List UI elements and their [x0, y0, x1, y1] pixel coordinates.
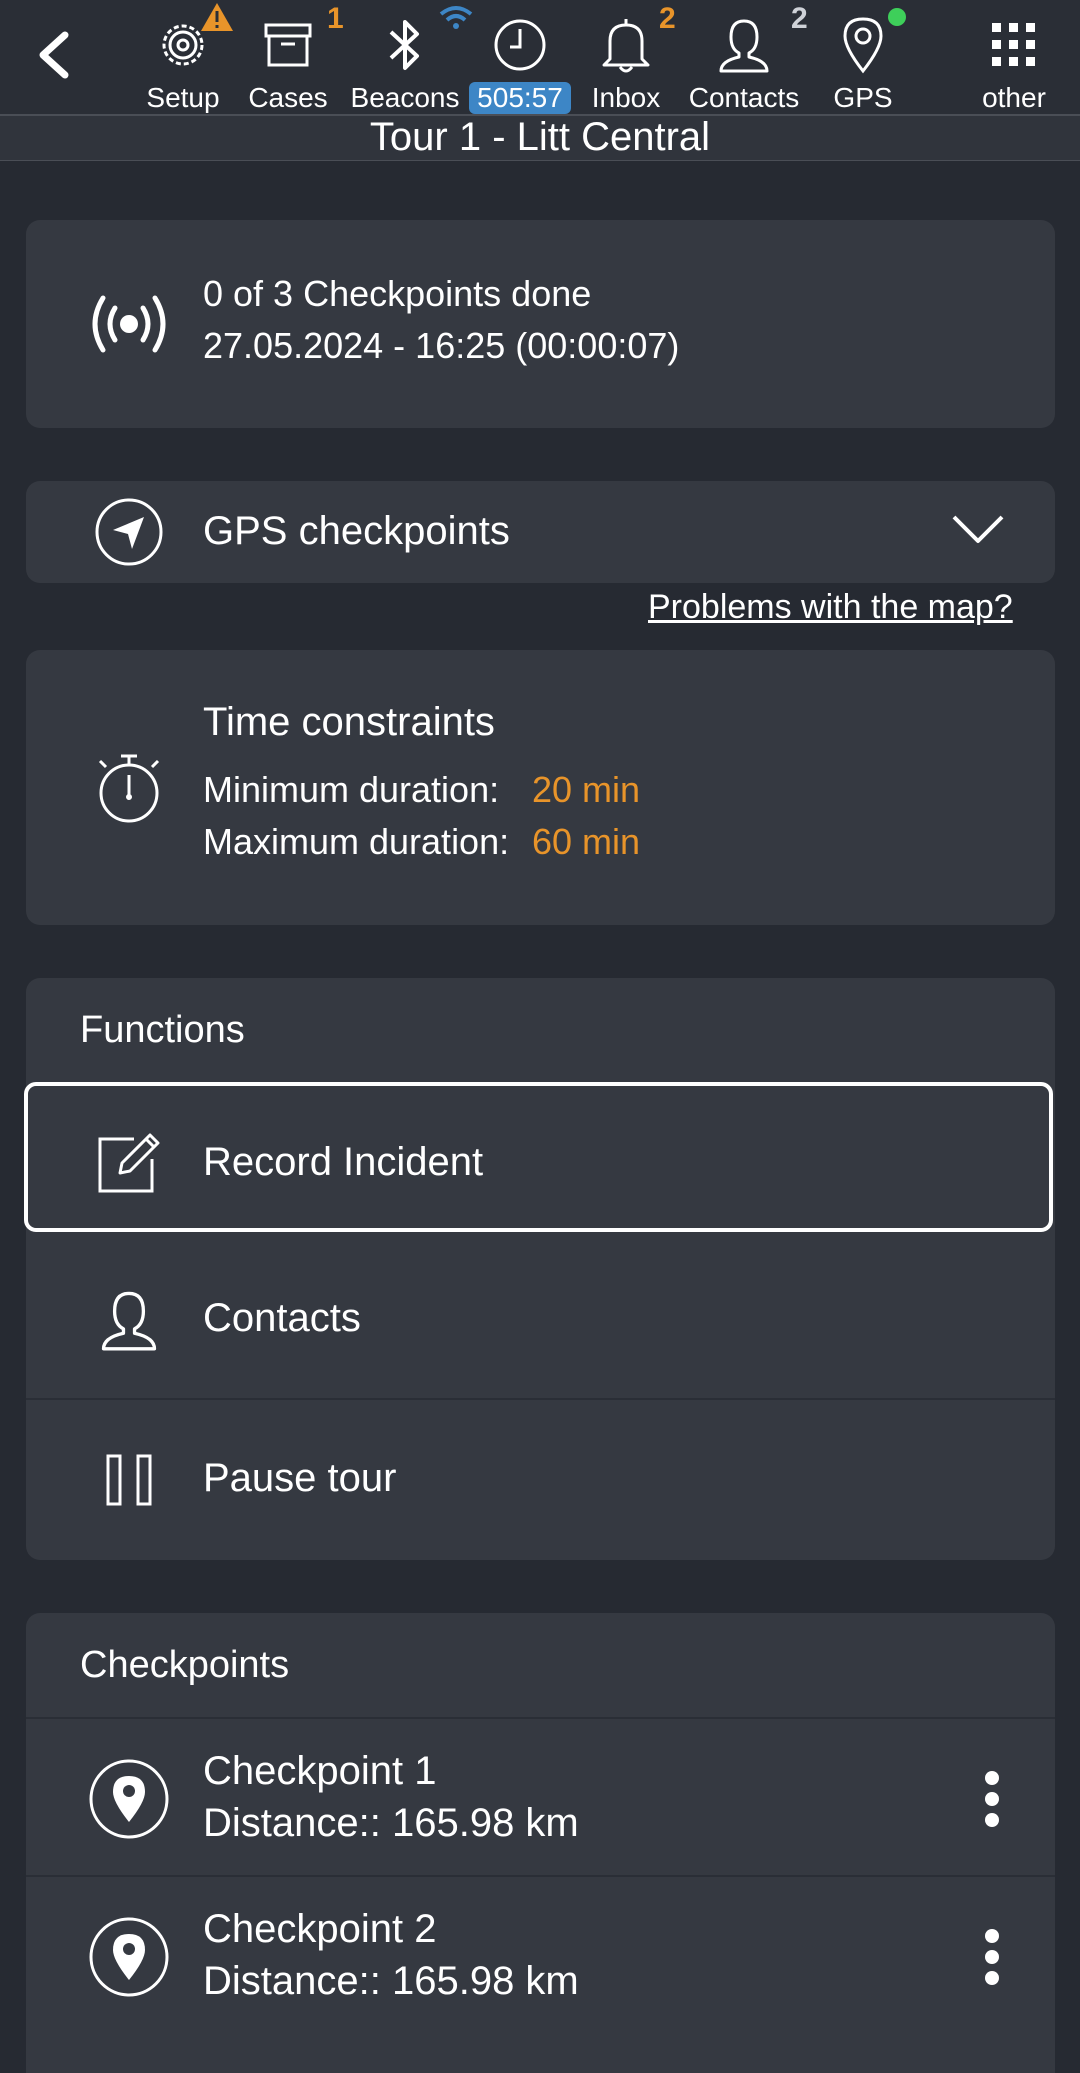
cases-badge: 1 — [327, 2, 344, 35]
nav-other-label: other — [982, 82, 1046, 113]
pause-icon — [106, 1454, 152, 1506]
box-icon — [264, 23, 312, 67]
max-duration-value: 60 min — [532, 821, 641, 862]
timer-badge: 505:57 — [469, 82, 571, 114]
checkpoint-distance: Distance:: 165.98 km — [203, 1801, 579, 1845]
page-title: Tour 1 - Litt Central — [0, 116, 1080, 161]
location-pin-icon — [843, 17, 883, 74]
nav-gps-label: GPS — [833, 82, 893, 113]
checkpoints-title: Checkpoints — [80, 1644, 290, 1686]
chevron-down-icon — [952, 515, 1004, 543]
person-icon — [101, 1291, 157, 1351]
map-problems-link[interactable]: Problems with the map? — [648, 588, 1013, 627]
bell-icon — [602, 19, 650, 73]
checkpoint-row[interactable]: Checkpoint 1 Distance:: 165.98 km — [26, 1717, 1055, 1877]
checkpoints-card: Checkpoints Checkpoint 1 Distance:: 165.… — [26, 1613, 1055, 2073]
checkpoint-row[interactable]: Checkpoint 2 Distance:: 165.98 km — [26, 1875, 1055, 2035]
min-duration-value: 20 min — [532, 769, 641, 810]
chevron-left-icon — [39, 31, 69, 79]
grid-icon — [992, 23, 1035, 66]
warning-icon — [201, 3, 233, 31]
functions-card: Functions Record Incident Contacts Pause — [24, 978, 1055, 1562]
clock-icon — [494, 19, 546, 71]
nav-inbox[interactable]: 2 Inbox — [588, 0, 676, 114]
min-duration-label: Minimum duration: — [203, 769, 500, 810]
more-vertical-icon[interactable] — [980, 1769, 1004, 1829]
nav-contacts[interactable]: 2 Contacts — [688, 0, 808, 114]
functions-title: Functions — [80, 1009, 245, 1051]
nav-contacts-label: Contacts — [688, 82, 800, 113]
time-constraints-title: Time constraints — [203, 700, 495, 744]
nav-setup-label: Setup — [146, 82, 220, 113]
checkpoint-name: Checkpoint 1 — [203, 1749, 437, 1793]
function-contacts[interactable]: Contacts — [26, 1240, 1055, 1398]
nav-beacons-label: Beacons — [350, 82, 460, 113]
broadcast-icon — [92, 295, 166, 353]
person-icon — [719, 19, 769, 73]
nav-setup[interactable]: Setup — [142, 0, 233, 114]
focus-highlight — [24, 1082, 1053, 1232]
back-button[interactable] — [28, 22, 78, 88]
max-duration-label: Maximum duration: — [203, 821, 510, 862]
nav-cases[interactable]: 1 Cases — [246, 0, 343, 114]
nav-beacons[interactable]: Beacons — [350, 0, 473, 114]
nav-cases-label: Cases — [248, 82, 328, 113]
checkpoint-name: Checkpoint 2 — [203, 1907, 437, 1951]
more-vertical-icon[interactable] — [980, 1927, 1004, 1987]
time-constraints-card: Time constraints Minimum duration: 20 mi… — [26, 650, 1055, 925]
stopwatch-icon — [98, 754, 160, 823]
gps-checkpoints-label: GPS checkpoints — [203, 509, 510, 553]
gps-status-dot — [888, 8, 906, 26]
gps-checkpoints-dropdown[interactable]: GPS checkpoints — [26, 481, 1055, 583]
tour-status-card: 0 of 3 Checkpoints done 27.05.2024 - 16:… — [26, 220, 1055, 428]
nav-gps[interactable]: GPS — [826, 0, 906, 114]
navigation-arrow-icon — [95, 498, 163, 566]
nav-inbox-label: Inbox — [591, 82, 661, 113]
bluetooth-icon — [389, 20, 419, 70]
nav-other[interactable]: other — [972, 0, 1056, 114]
function-pause-tour[interactable]: Pause tour — [26, 1398, 1055, 1562]
function-label: Pause tour — [203, 1456, 397, 1500]
checkpoints-progress: 0 of 3 Checkpoints done — [203, 273, 592, 314]
checkpoint-distance: Distance:: 165.98 km — [203, 1959, 579, 2003]
contacts-badge: 2 — [791, 2, 808, 35]
location-pin-circle-icon — [89, 1759, 169, 1839]
tour-datetime: 27.05.2024 - 16:25 (00:00:07) — [203, 325, 680, 366]
location-pin-circle-icon — [89, 1917, 169, 1997]
top-toolbar: Setup 1 Cases Beacons 505:57 2 Inbox 2 C… — [0, 0, 1080, 116]
function-label: Contacts — [203, 1296, 361, 1340]
inbox-badge: 2 — [659, 2, 676, 35]
nav-timer[interactable]: 505:57 — [468, 0, 572, 114]
